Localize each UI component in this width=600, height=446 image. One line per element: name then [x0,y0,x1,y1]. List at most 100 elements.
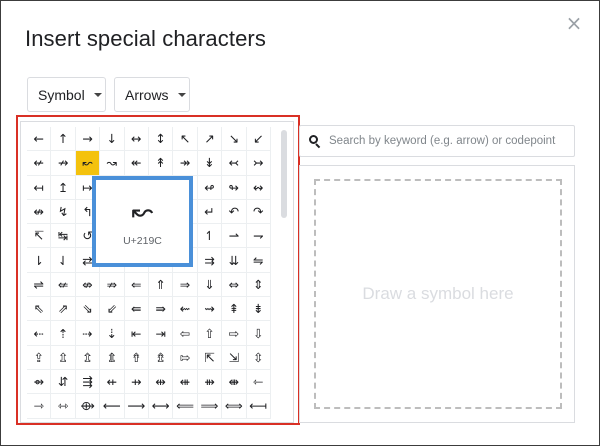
character-cell[interactable]: ⇿ [51,394,76,419]
character-cell[interactable]: ⇞ [222,297,247,322]
character-cell[interactable]: ⇒ [173,272,198,298]
character-cell[interactable]: ⇾ [27,394,52,419]
search-input[interactable] [329,135,569,147]
character-cell[interactable]: ⇠ [27,321,52,346]
character-cell[interactable]: ↡ [197,151,223,176]
character-cell[interactable]: ⇟ [246,297,271,322]
character-cell[interactable]: ⇷ [100,369,125,395]
character-cell[interactable]: ↙ [246,127,271,152]
character-cell[interactable]: ⇮ [124,345,149,370]
character-cell[interactable]: ↯ [51,199,76,225]
character-cell[interactable]: ⇙ [100,297,125,322]
character-cell[interactable]: ↑ [51,127,76,152]
character-cell[interactable]: ⇚ [124,297,149,322]
character-cell[interactable]: ⇢ [75,321,101,346]
character-cell[interactable]: ⇼ [222,369,247,395]
character-cell[interactable]: ⇴ [27,369,52,395]
character-cell[interactable]: ⇬ [75,345,101,370]
character-cell[interactable]: ⟴ [75,394,101,419]
character-cell[interactable]: ⇕ [246,272,271,298]
character-cell[interactable]: ⇨ [222,321,247,346]
character-cell[interactable]: ↣ [246,151,271,176]
character-cell[interactable]: ⇸ [124,369,149,395]
character-cell[interactable]: ⇡ [51,321,76,346]
character-cell[interactable]: ↕ [148,127,174,152]
character-cell[interactable]: ⇺ [173,369,198,395]
character-cell[interactable]: ⇦ [173,321,198,346]
character-cell[interactable]: ⇣ [100,321,125,346]
character-cell[interactable]: ↥ [51,175,76,200]
character-cell[interactable]: ⇁ [246,224,271,249]
character-cell[interactable]: ⇉ [197,248,223,273]
search-box[interactable] [299,125,575,157]
character-cell[interactable]: ↓ [100,127,125,152]
character-cell[interactable]: ← [27,127,52,152]
character-cell[interactable]: ⟹ [197,394,223,419]
character-cell[interactable]: ↞ [124,151,149,176]
character-cell[interactable]: ⇔ [222,272,247,298]
character-cell[interactable]: ↝ [100,151,125,176]
character-cell[interactable]: ⇧ [197,321,223,346]
character-cell[interactable]: → [75,127,101,152]
character-cell[interactable]: ⇊ [222,248,247,273]
character-cell[interactable]: ↬ [222,175,247,200]
character-cell[interactable]: ↶ [222,199,247,225]
character-cell[interactable]: ↖ [173,127,198,152]
character-cell[interactable]: ⇩ [246,321,271,346]
character-cell[interactable]: ⇽ [246,369,271,395]
character-cell[interactable]: ⇀ [222,224,247,249]
character-cell[interactable]: ↢ [222,151,247,176]
character-cell[interactable]: ⇖ [27,297,52,322]
character-cell[interactable]: ⇑ [148,272,174,298]
character-cell[interactable]: ↭ [246,175,271,200]
character-cell[interactable]: ↿ [197,224,223,249]
character-cell[interactable]: ⇫ [51,345,76,370]
character-cell[interactable]: ⇜ [173,297,198,322]
character-cell[interactable]: ⟵ [100,394,125,419]
grid-scrollbar[interactable] [281,130,287,218]
character-cell[interactable]: ⇹ [148,369,174,395]
character-cell[interactable]: ⇗ [51,297,76,322]
character-cell[interactable]: ⇝ [197,297,223,322]
character-cell[interactable]: ⇳ [246,345,271,370]
character-cell[interactable]: ⇲ [222,345,247,370]
character-cell[interactable]: ⇯ [148,345,174,370]
character-cell[interactable]: ⇛ [148,297,174,322]
character-cell[interactable]: ⇰ [173,345,198,370]
character-cell[interactable]: ⟺ [222,394,247,419]
character-cell[interactable]: ⇻ [197,369,223,395]
character-cell[interactable]: ⇭ [100,345,125,370]
character-cell[interactable]: ⇪ [27,345,52,370]
character-cell[interactable]: ↛ [51,151,76,176]
character-cell[interactable]: ⇋ [246,248,271,273]
character-cell[interactable]: ⇱ [197,345,223,370]
character-cell[interactable]: ⇂ [27,248,52,273]
character-cell[interactable]: ↚ [27,151,52,176]
character-cell[interactable]: ⇘ [75,297,101,322]
character-cell[interactable]: ↤ [27,175,52,200]
character-cell[interactable]: ⟷ [148,394,174,419]
character-cell[interactable]: ↔ [124,127,149,152]
subcategory-dropdown[interactable]: Arrows [114,77,190,112]
draw-area[interactable]: Draw a symbol here [314,179,562,409]
character-cell-selected[interactable]: ↜ [75,151,101,176]
character-cell[interactable]: ⇃ [51,248,76,273]
character-cell[interactable]: ↵ [197,199,223,225]
character-cell[interactable]: ↮ [27,199,52,225]
character-cell[interactable]: ↷ [246,199,271,225]
character-cell[interactable]: ↫ [197,175,223,200]
character-cell[interactable]: ↹ [51,224,76,249]
character-cell[interactable]: ⇵ [51,369,76,395]
category-dropdown[interactable]: Symbol [27,77,106,112]
close-icon[interactable]: × [565,13,583,33]
character-cell[interactable]: ↗ [197,127,223,152]
character-cell[interactable]: ↠ [173,151,198,176]
character-cell[interactable]: ⇤ [124,321,149,346]
character-cell[interactable]: ⇍ [51,272,76,298]
character-cell[interactable]: ⇶ [75,369,101,395]
character-cell[interactable]: ↘ [222,127,247,152]
character-cell[interactable]: ⇌ [27,272,52,298]
character-cell[interactable]: ⇥ [148,321,174,346]
character-cell[interactable]: ⇎ [75,272,101,298]
character-cell[interactable]: ⟸ [173,394,198,419]
